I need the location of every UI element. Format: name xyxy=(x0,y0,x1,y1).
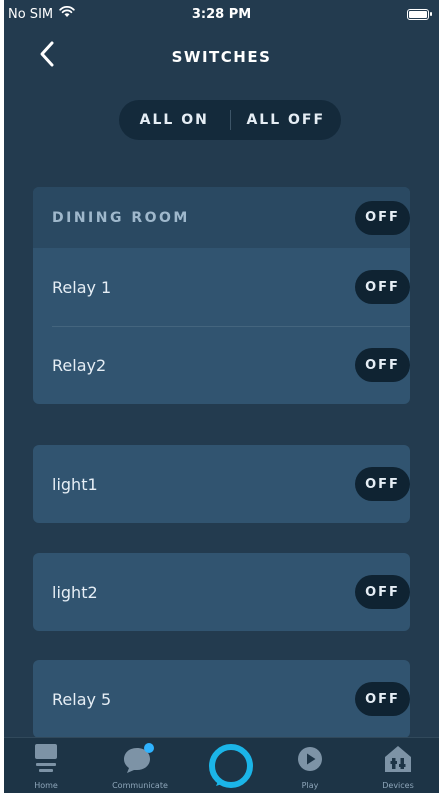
all-off-button[interactable]: ALL OFF xyxy=(231,112,342,128)
device-row-relay-1[interactable]: Relay 1 OFF xyxy=(33,248,410,326)
play-icon xyxy=(298,747,322,771)
device-toggle-button[interactable]: OFF xyxy=(355,682,410,716)
group-toggle-button[interactable]: OFF xyxy=(355,200,410,235)
device-card-light2: light2 OFF xyxy=(33,553,410,631)
battery-icon xyxy=(407,8,432,20)
home-icon xyxy=(35,744,57,772)
group-title: DINING ROOM xyxy=(52,209,190,226)
device-row-light2[interactable]: light2 OFF xyxy=(33,553,410,631)
tab-play-label: Play xyxy=(301,781,319,790)
tab-communicate-label: Communicate xyxy=(112,781,168,790)
app-screen: No SIM 3:28 PM SWITCHES ALL ON ALL OFF D… xyxy=(4,0,439,793)
nav-bar: SWITCHES xyxy=(4,36,439,80)
device-row-relay2[interactable]: Relay2 OFF xyxy=(33,326,410,404)
device-toggle-button[interactable]: OFF xyxy=(355,348,410,382)
device-label: Relay2 xyxy=(52,355,107,375)
communicate-icon xyxy=(124,743,154,773)
row-divider xyxy=(52,326,410,327)
device-toggle-button[interactable]: OFF xyxy=(355,270,410,304)
tab-home-label: Home xyxy=(34,781,58,790)
device-row-light1[interactable]: light1 OFF xyxy=(33,445,410,523)
page-title: SWITCHES xyxy=(171,48,272,66)
tab-devices[interactable]: Devices xyxy=(374,738,422,793)
alexa-icon xyxy=(209,744,253,788)
tab-home[interactable]: Home xyxy=(28,738,64,793)
device-toggle-button[interactable]: OFF xyxy=(355,467,410,501)
device-label: light1 xyxy=(52,474,98,494)
tab-devices-label: Devices xyxy=(382,781,414,790)
wifi-icon xyxy=(59,5,75,22)
tab-communicate[interactable]: Communicate xyxy=(100,738,180,793)
all-switch-control: ALL ON ALL OFF xyxy=(119,100,341,140)
all-on-button[interactable]: ALL ON xyxy=(119,112,230,128)
devices-icon xyxy=(385,746,411,772)
device-toggle-button[interactable]: OFF xyxy=(355,575,410,609)
carrier-label: No SIM xyxy=(8,6,54,22)
device-label: light2 xyxy=(52,582,98,602)
device-row-relay-5[interactable]: Relay 5 OFF xyxy=(33,660,410,738)
status-bar: No SIM 3:28 PM xyxy=(4,0,439,28)
group-header: DINING ROOM OFF xyxy=(33,187,410,248)
tab-play[interactable]: Play xyxy=(290,738,330,793)
status-left: No SIM xyxy=(8,5,75,22)
device-label: Relay 5 xyxy=(52,689,112,709)
group-card-dining-room: DINING ROOM OFF Relay 1 OFF Relay2 OFF xyxy=(33,187,410,404)
device-card-relay-5: Relay 5 OFF xyxy=(33,660,410,738)
alexa-button[interactable] xyxy=(206,741,256,791)
bottom-tab-bar: Home Communicate Play Devices xyxy=(4,737,439,793)
device-label: Relay 1 xyxy=(52,277,112,297)
device-card-light1: light1 OFF xyxy=(33,445,410,523)
